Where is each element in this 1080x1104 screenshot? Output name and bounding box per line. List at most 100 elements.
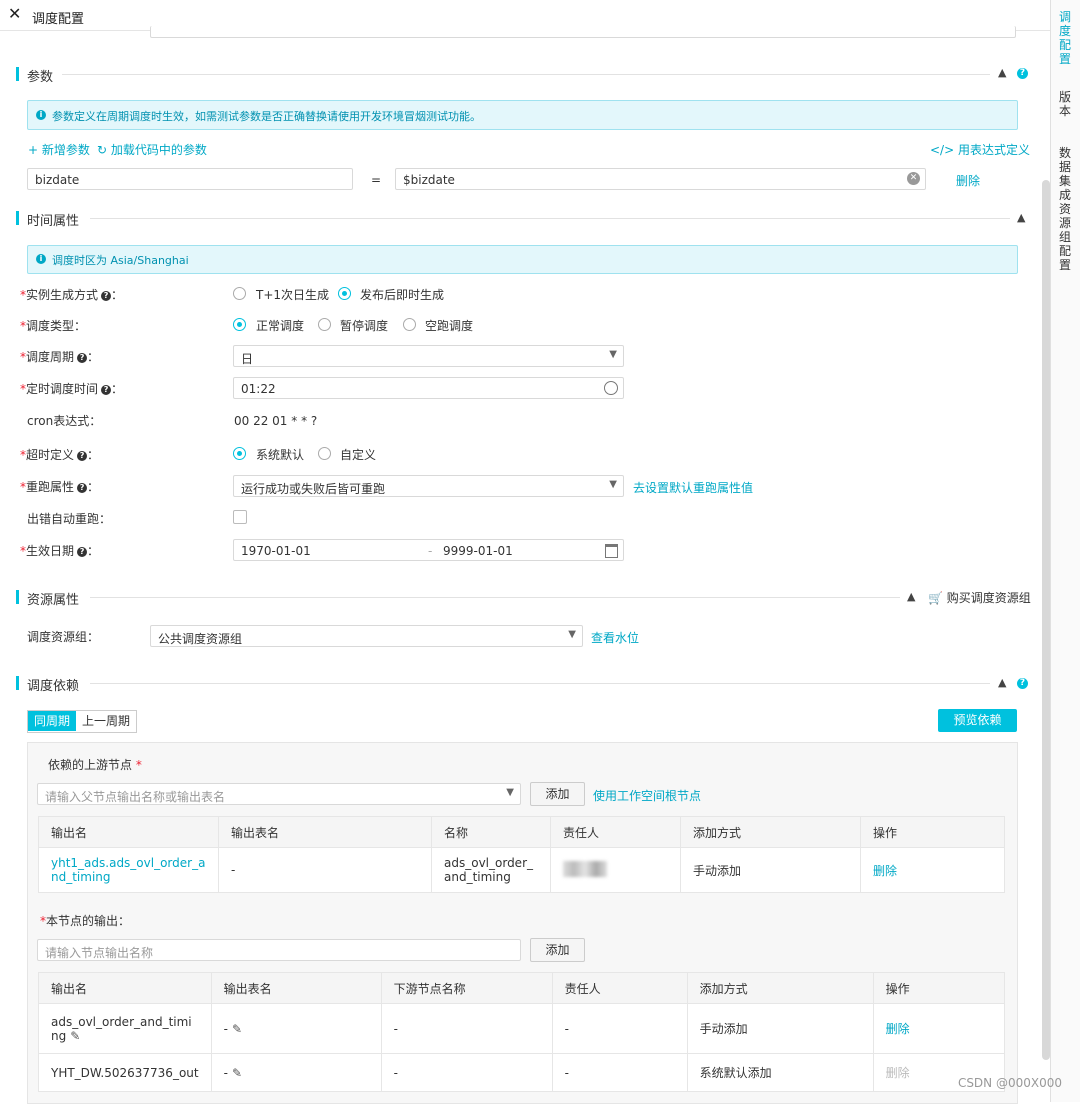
help-icon[interactable]: ?: [77, 352, 88, 363]
col-header: 输出表名: [218, 816, 432, 848]
time-section-title: 时间属性: [27, 214, 80, 229]
blurred-owner: [563, 860, 607, 877]
output-placeholder: 请输入节点输出名称: [45, 946, 154, 960]
info-icon: i: [36, 254, 46, 264]
section-marker: [16, 67, 19, 81]
auto-rerun-label-row: 出错自动重跑：: [27, 510, 111, 527]
table-row: yht1_ads.ads_ovl_order_and_timing - ads_…: [38, 847, 1005, 893]
auto-rerun-checkbox[interactable]: [233, 510, 247, 524]
radio-pause[interactable]: [318, 318, 331, 331]
upstream-out-name-link[interactable]: yht1_ads.ads_ovl_order_and_timing: [38, 847, 219, 893]
tab-version[interactable]: 版本: [1059, 90, 1073, 118]
cell: 系统默认添加: [686, 1053, 874, 1092]
param-name-value: bizdate: [35, 173, 80, 187]
page-title: 调度配置: [32, 12, 85, 27]
param-name-input[interactable]: bizdate: [27, 168, 353, 190]
upstream-title: 依赖的上游节点: [48, 758, 133, 772]
radio-immediate[interactable]: [338, 287, 351, 300]
time-picker[interactable]: 01:22: [233, 377, 624, 399]
collapse-icon[interactable]: ▲: [998, 676, 1006, 689]
help-icon[interactable]: ?: [77, 482, 88, 493]
resource-group-select[interactable]: 公共调度资源组 ▼: [150, 625, 583, 647]
use-root-link[interactable]: 使用工作空间根节点: [593, 787, 701, 804]
chevron-down-icon: ▼: [609, 479, 617, 490]
params-section-title: 参数: [27, 70, 54, 85]
edit-icon[interactable]: ✎: [232, 1022, 242, 1036]
chevron-down-icon: ▼: [568, 629, 576, 640]
upstream-title-row: 依赖的上游节点 *: [48, 758, 142, 772]
colon: ：: [87, 544, 100, 558]
output-name-input[interactable]: 请输入节点输出名称: [37, 939, 521, 961]
param-value-input[interactable]: $bizdate ✕: [395, 168, 926, 190]
output-table-cell: - ✎: [210, 1003, 382, 1054]
deps-section-title: 调度依赖: [27, 679, 80, 694]
cell: -: [551, 1053, 688, 1092]
clock-icon: [604, 381, 618, 395]
auto-rerun-label: 出错自动重跑: [27, 512, 100, 526]
collapse-icon[interactable]: ▲: [998, 66, 1006, 79]
tab-schedule-config[interactable]: 调度配置: [1059, 10, 1073, 66]
delete-param-link[interactable]: 删除: [956, 172, 980, 189]
param-value-value: $bizdate: [403, 173, 455, 187]
load-params-link[interactable]: ↻ 加载代码中的参数: [97, 141, 207, 158]
radio-dryrun[interactable]: [403, 318, 416, 331]
rerun-select[interactable]: 运行成功或失败后皆可重跑 ▼: [233, 475, 624, 497]
radio-timeout-default-label: 系统默认: [256, 448, 305, 462]
output-title-row: *本节点的输出：: [40, 914, 131, 928]
buy-resource-link[interactable]: 🛒 购买调度资源组: [928, 589, 1031, 606]
collapse-icon[interactable]: ▲: [907, 590, 915, 603]
output-table-name: -: [223, 1065, 228, 1080]
help-icon[interactable]: ?: [77, 450, 88, 461]
add-output-button[interactable]: 添加: [530, 938, 585, 962]
preview-deps-button[interactable]: 预览依赖: [938, 709, 1017, 732]
colon: ：: [111, 382, 124, 396]
col-header: 操作: [872, 972, 1006, 1004]
expr-define-link[interactable]: </> 用表达式定义: [930, 141, 1030, 158]
output-table-name: -: [223, 1021, 228, 1036]
colon: ：: [87, 350, 100, 364]
section-marker: [16, 211, 19, 225]
col-header: 添加方式: [686, 972, 874, 1004]
radio-timeout-default[interactable]: [233, 447, 246, 460]
collapse-icon[interactable]: ▲: [1017, 211, 1025, 224]
truncated-field[interactable]: [150, 26, 1016, 38]
help-icon[interactable]: ?: [1017, 68, 1028, 79]
colon: ：: [99, 512, 112, 526]
help-icon[interactable]: ?: [1017, 678, 1028, 689]
radio-t1[interactable]: [233, 287, 246, 300]
radio-timeout-custom[interactable]: [318, 447, 331, 460]
tab-resource-group-config[interactable]: 数据集成资源组配置: [1059, 146, 1073, 272]
tab-prev-cycle[interactable]: 上一周期: [76, 711, 137, 731]
cycle-select[interactable]: 日 ▼: [233, 345, 624, 367]
clear-icon[interactable]: ✕: [907, 172, 920, 185]
delete-link[interactable]: 删除: [860, 847, 1005, 893]
scrollbar[interactable]: [1042, 180, 1050, 1060]
cell: -: [380, 1003, 553, 1054]
delete-link[interactable]: 删除: [872, 1003, 1006, 1054]
date-range-picker[interactable]: 1970-01-01 - 9999-01-01: [233, 539, 624, 561]
timezone-info-banner: i 调度时区为 Asia/Shanghai: [27, 245, 1018, 274]
radio-dryrun-label: 空跑调度: [425, 319, 474, 333]
edit-icon[interactable]: ✎: [70, 1029, 80, 1043]
edit-icon[interactable]: ✎: [232, 1066, 242, 1080]
view-watermark-link[interactable]: 查看水位: [591, 629, 639, 646]
info-text: 调度时区为 Asia/Shanghai: [52, 254, 189, 267]
add-upstream-button[interactable]: 添加: [530, 782, 585, 806]
tab-same-cycle[interactable]: 同周期: [28, 711, 77, 731]
help-icon[interactable]: ?: [77, 546, 88, 557]
output-table: 输出名 输出表名 下游节点名称 责任人 添加方式 操作 ads_ovl_orde…: [38, 972, 1006, 1092]
timed-label: 定时调度时间: [26, 382, 99, 396]
cycle-label-row: *调度周期?：: [20, 350, 100, 364]
cycle-label: 调度周期: [26, 350, 75, 364]
radio-normal[interactable]: [233, 318, 246, 331]
add-param-link[interactable]: + 新增参数: [28, 141, 90, 158]
close-icon[interactable]: ✕: [8, 6, 21, 22]
cell: -: [551, 1003, 688, 1054]
col-header: 责任人: [550, 816, 681, 848]
upstream-search-select[interactable]: 请输入父节点输出名称或输出表名 ▼: [37, 783, 521, 805]
effective-label: 生效日期: [26, 544, 75, 558]
end-date: 9999-01-01: [443, 544, 513, 558]
help-icon[interactable]: ?: [101, 290, 112, 301]
help-icon[interactable]: ?: [101, 384, 112, 395]
rerun-default-link[interactable]: 去设置默认重跑属性值: [633, 479, 753, 496]
